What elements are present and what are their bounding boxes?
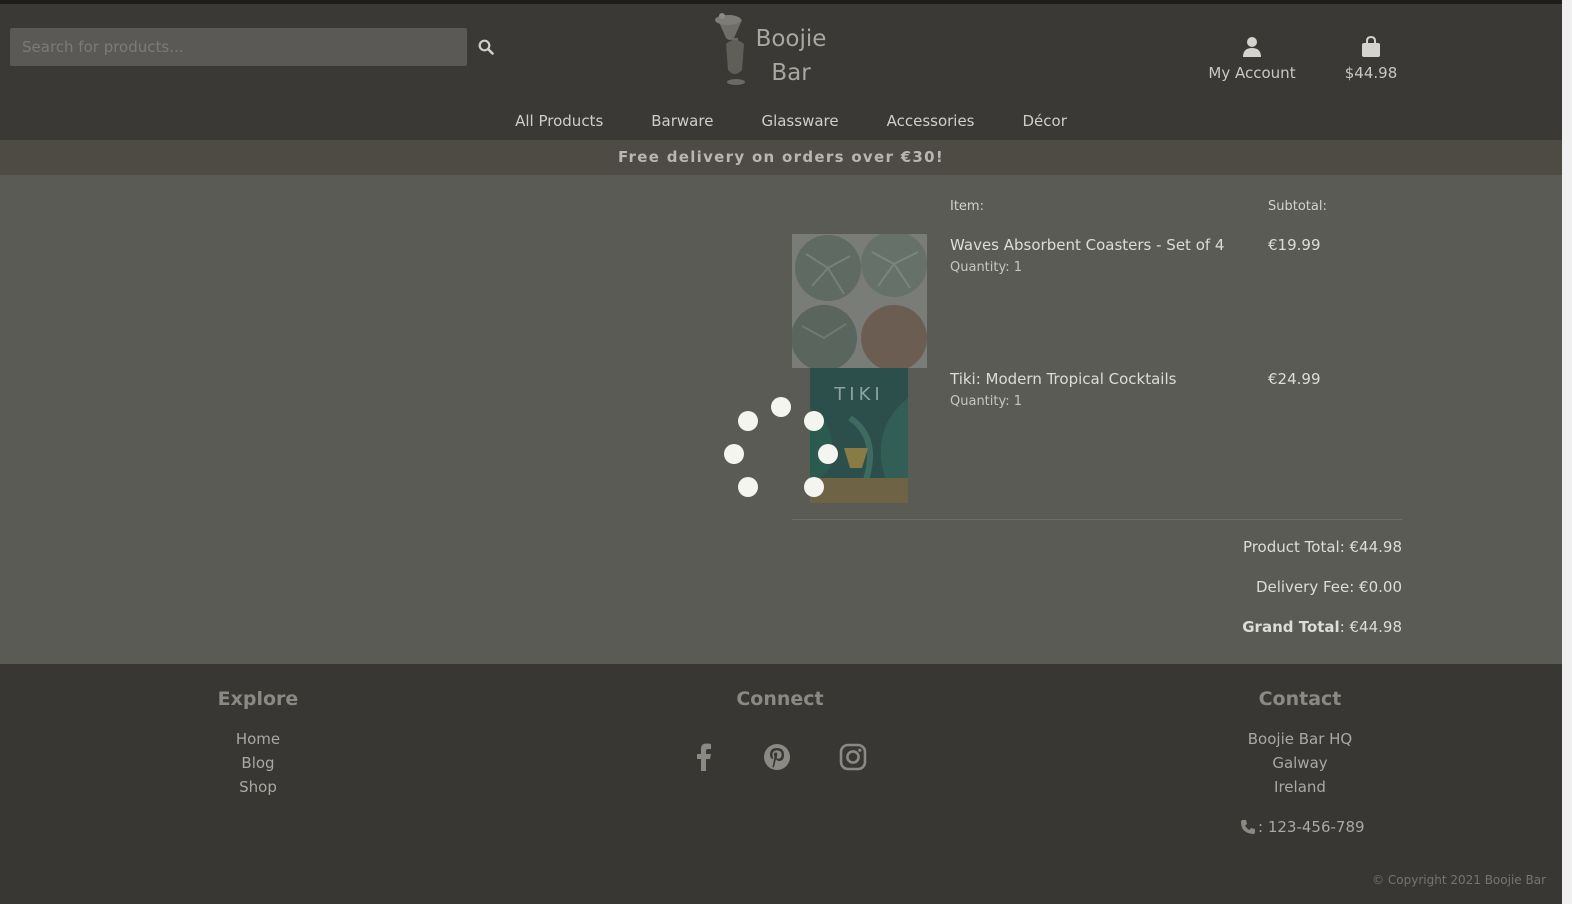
phone-icon (1241, 820, 1255, 834)
contact-heading: Contact (1258, 688, 1342, 710)
nav-item-accessories[interactable]: Accessories (863, 112, 999, 130)
grand-total-value: : €44.98 (1339, 618, 1402, 636)
grand-total-label: Grand Total (1242, 618, 1340, 636)
cart-total: $44.98 (1344, 64, 1398, 82)
instagram-icon[interactable] (838, 742, 868, 772)
nav-item-glassware[interactable]: Glassware (737, 112, 862, 130)
delivery-banner: Free delivery on orders over €30! (0, 140, 1562, 175)
grand-total: Grand Total: €44.98 (1242, 618, 1402, 636)
main-nav: All Products Barware Glassware Accessori… (0, 112, 1562, 130)
shopping-bag-icon (1362, 35, 1380, 57)
nav-item-decor[interactable]: Décor (999, 112, 1091, 130)
pinterest-icon[interactable] (762, 742, 792, 772)
footer-link-home[interactable]: Home (158, 730, 358, 748)
loading-spinner (724, 397, 838, 497)
cart-link[interactable]: $44.98 (1336, 35, 1406, 82)
nav-item-barware[interactable]: Barware (627, 112, 737, 130)
footer-link-shop[interactable]: Shop (158, 778, 358, 796)
logo-line-2: Bar (771, 60, 811, 86)
contact-line: Galway (1272, 754, 1328, 772)
site-header: Boojie Bar My Account $44.98 All Product… (0, 0, 1562, 140)
product-quantity: Quantity: 1 (950, 260, 1023, 275)
my-account-label: My Account (1208, 64, 1296, 82)
product-name[interactable]: Waves Absorbent Coasters - Set of 4 (950, 236, 1224, 254)
delivery-fee: Delivery Fee: €0.00 (1255, 578, 1402, 596)
copyright-text: © Copyright 2021 Boojie Bar (1372, 873, 1546, 887)
contact-line: Boojie Bar HQ (1247, 730, 1353, 748)
connect-heading: Connect (736, 688, 824, 710)
subtotal-column-header: Subtotal: (1268, 199, 1327, 214)
scrollbar[interactable] (1562, 0, 1572, 904)
logo-text[interactable]: Boojie Bar (748, 22, 834, 90)
item-column-header: Item: (950, 199, 984, 214)
product-quantity: Quantity: 1 (950, 394, 1023, 409)
totals-divider (792, 519, 1402, 520)
product-image-coasters[interactable] (792, 234, 927, 368)
search-icon (478, 39, 494, 55)
coasters-image (792, 234, 927, 368)
explore-heading: Explore (217, 688, 299, 710)
product-name[interactable]: Tiki: Modern Tropical Cocktails (950, 370, 1176, 388)
facebook-icon[interactable] (689, 742, 719, 772)
product-price: €19.99 (1268, 236, 1321, 254)
contact-phone[interactable]: : 123-456-789 (1240, 818, 1365, 836)
product-price: €24.99 (1268, 370, 1321, 388)
phone-number: : 123-456-789 (1258, 818, 1365, 836)
contact-line: Ireland (1274, 778, 1326, 796)
product-total: Product Total: €44.98 (1242, 538, 1402, 556)
footer-link-blog[interactable]: Blog (158, 754, 358, 772)
logo-line-1: Boojie (755, 26, 827, 52)
my-account-link[interactable]: My Account (1198, 36, 1306, 82)
nav-item-all-products[interactable]: All Products (491, 112, 627, 130)
search-input[interactable] (10, 28, 467, 66)
search-button[interactable] (467, 28, 505, 66)
search-bar (10, 28, 505, 66)
user-icon (1243, 37, 1261, 57)
